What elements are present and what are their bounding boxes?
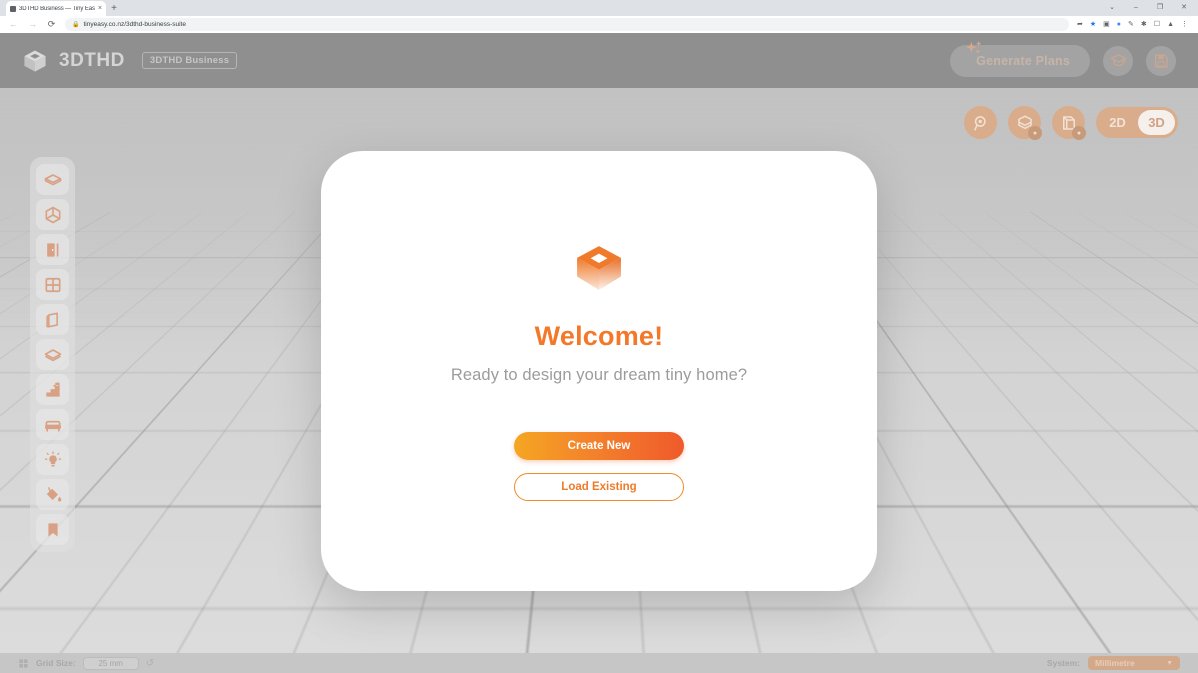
menu-kebab-icon[interactable]: ⋮ — [1181, 21, 1188, 28]
reload-icon[interactable]: ⟳ — [46, 20, 57, 29]
academy-button[interactable] — [1103, 46, 1133, 76]
header-actions: Generate Plans — [950, 45, 1176, 77]
forward-icon[interactable]: → — [27, 20, 38, 29]
modal-3dthd-cube-logo-icon — [572, 241, 626, 295]
grid-size-label: Grid Size: — [36, 658, 76, 668]
tab-strip: 3DTHD Business — Tiny Easy - T × + ⌄ – ❐… — [0, 0, 1198, 16]
profile-icon[interactable]: ▲ — [1167, 21, 1174, 28]
chevron-down-icon: ▼ — [1166, 660, 1173, 667]
graduation-cap-icon — [1110, 52, 1127, 69]
window-close-icon[interactable]: ✕ — [1172, 0, 1196, 14]
3dthd-cube-logo-icon — [22, 48, 48, 74]
modal-subtitle: Ready to design your dream tiny home? — [451, 366, 747, 385]
generate-plans-button[interactable]: Generate Plans — [950, 45, 1090, 77]
extension-icon[interactable]: ✱ — [1141, 21, 1147, 28]
create-new-button[interactable]: Create New — [514, 432, 684, 460]
tab-close-icon[interactable]: × — [98, 5, 102, 12]
status-right: System: Millimetre ▼ — [1047, 656, 1180, 670]
omnibox-bar: ← → ⟳ 🔒 tinyeasy.co.nz/3dthd-business-su… — [0, 16, 1198, 33]
status-left: Grid Size: 25 mm ↺ — [18, 657, 154, 670]
lock-icon: 🔒 — [72, 21, 79, 28]
back-icon[interactable]: ← — [8, 20, 19, 29]
load-existing-button[interactable]: Load Existing — [514, 473, 684, 501]
pencil-icon[interactable]: ✎ — [1128, 21, 1134, 28]
tab-title: 3DTHD Business — Tiny Easy - T — [19, 6, 95, 12]
color-circle-icon[interactable]: ● — [1117, 21, 1121, 28]
brand-block: 3DTHD 3DTHD Business — [22, 48, 237, 74]
tab-favicon-icon — [10, 6, 16, 12]
unit-system-select[interactable]: Millimetre ▼ — [1088, 656, 1180, 670]
generate-plans-label: Generate Plans — [976, 54, 1070, 68]
grid-size-input[interactable]: 25 mm — [83, 657, 139, 670]
sidepanel-icon[interactable]: ☐ — [1154, 21, 1160, 28]
brand-badge: 3DTHD Business — [142, 52, 237, 69]
window-maximize-icon[interactable]: ❐ — [1148, 0, 1172, 14]
window-minimize-icon[interactable]: – — [1124, 0, 1148, 14]
system-label: System: — [1047, 658, 1080, 668]
url-text: tinyeasy.co.nz/3dthd-business-suite — [83, 21, 186, 28]
screenshot-icon[interactable]: ▣ — [1103, 21, 1110, 28]
save-button[interactable] — [1146, 46, 1176, 76]
grid-squares-icon — [18, 658, 29, 669]
floppy-disk-icon — [1153, 53, 1169, 69]
welcome-modal-overlay: Welcome! Ready to design your dream tiny… — [0, 88, 1198, 653]
share-icon[interactable]: ➦ — [1077, 21, 1083, 28]
welcome-modal: Welcome! Ready to design your dream tiny… — [321, 151, 877, 591]
browser-toolbar-icons: ➦ ★ ▣ ● ✎ ✱ ☐ ▲ ⋮ — [1077, 21, 1190, 28]
window-chevron-icon[interactable]: ⌄ — [1100, 0, 1124, 14]
bookmark-star-icon[interactable]: ★ — [1090, 21, 1096, 28]
modal-actions: Create New Load Existing — [514, 432, 684, 501]
app-header: 3DTHD 3DTHD Business Generate Plans — [0, 33, 1198, 88]
modal-title: Welcome! — [535, 321, 664, 352]
unit-system-value: Millimetre — [1095, 658, 1135, 668]
new-tab-button[interactable]: + — [106, 1, 122, 16]
browser-chrome: 3DTHD Business — Tiny Easy - T × + ⌄ – ❐… — [0, 0, 1198, 33]
window-controls: ⌄ – ❐ ✕ — [1100, 0, 1196, 14]
brand-name: 3DTHD — [59, 50, 125, 72]
address-bar[interactable]: 🔒 tinyeasy.co.nz/3dthd-business-suite — [65, 18, 1069, 31]
reset-grid-icon[interactable]: ↺ — [146, 658, 154, 669]
status-bar: Grid Size: 25 mm ↺ System: Millimetre ▼ — [0, 653, 1198, 673]
browser-tab[interactable]: 3DTHD Business — Tiny Easy - T × — [6, 1, 106, 16]
app-window: 3DTHD 3DTHD Business Generate Plans ● ● … — [0, 33, 1198, 673]
sparkles-icon — [964, 39, 986, 61]
